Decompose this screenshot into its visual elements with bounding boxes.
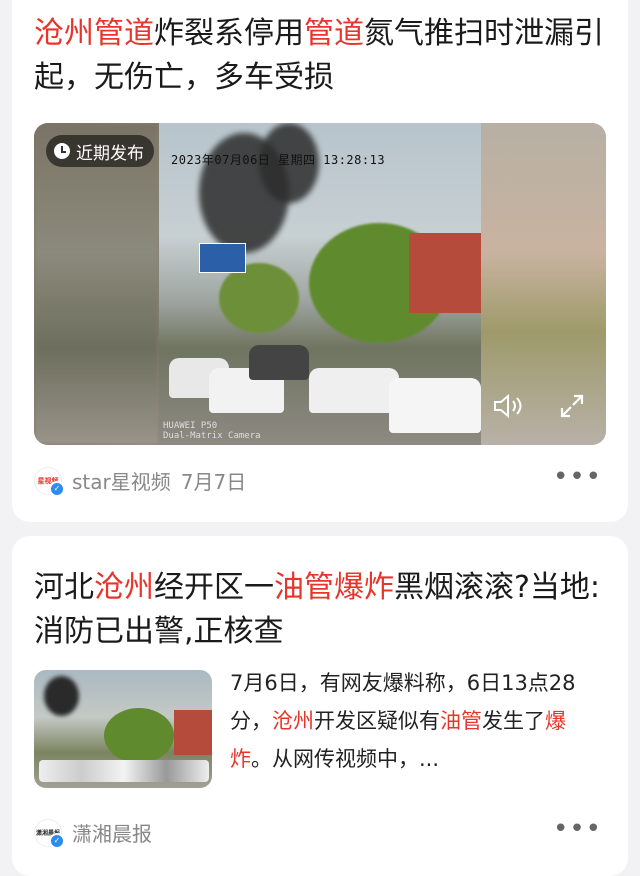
parked-car bbox=[309, 368, 399, 413]
speaker-icon-svg bbox=[494, 393, 522, 419]
snippet-keyword: 沧州 bbox=[272, 709, 314, 733]
smoke-plume bbox=[44, 676, 79, 716]
article-title[interactable]: 沧州管道炸裂系停用管道氮气推扫时泄漏引起，无伤亡，多车受损 bbox=[34, 12, 606, 100]
more-icon[interactable]: ••• bbox=[553, 462, 602, 492]
video-blur-left bbox=[34, 123, 159, 445]
watermark-line: HUAWEI P50 bbox=[163, 421, 218, 431]
avatar[interactable]: 潇湘晨报 ✓ bbox=[34, 818, 65, 849]
video-frame: 2023年07月06日 星期四 13:28:13 HUAWEI P50 Dual… bbox=[159, 123, 481, 445]
source-name[interactable]: 潇湘晨报 bbox=[72, 818, 152, 847]
red-building bbox=[174, 710, 212, 755]
tree bbox=[104, 708, 174, 763]
parked-car bbox=[249, 345, 309, 380]
source-name[interactable]: star星视频 bbox=[72, 466, 171, 495]
snippet-text: 开发区疑似有 bbox=[314, 709, 440, 733]
recent-badge: 近期发布 bbox=[46, 135, 154, 167]
snippet-text: 发生了 bbox=[482, 709, 545, 733]
publish-date: 7月7日 bbox=[180, 470, 247, 494]
clock-icon bbox=[54, 143, 70, 159]
avatar[interactable]: 星视频 ✓ bbox=[34, 466, 65, 497]
road-sign bbox=[199, 243, 246, 273]
verified-icon: ✓ bbox=[49, 832, 65, 849]
news-card-text[interactable]: 河北沧州经开区一油管爆炸黑烟滚滚?当地:消防已出警,正核查 7月6日，有网友爆料… bbox=[12, 536, 628, 876]
fullscreen-icon-svg bbox=[560, 394, 584, 418]
title-keyword: 沧州 bbox=[34, 16, 94, 51]
article-snippet[interactable]: 7月6日，有网友爆料称，6日13点28分，沧州开发区疑似有油管发生了爆炸。从网传… bbox=[230, 664, 606, 778]
verified-icon: ✓ bbox=[49, 480, 65, 497]
snippet-text: 。从网传视频中，... bbox=[251, 747, 440, 771]
title-text: 炸裂系停用 bbox=[154, 16, 304, 51]
title-keyword: 油管 bbox=[274, 570, 334, 605]
title-keyword: 沧州 bbox=[94, 570, 154, 605]
title-keyword: 爆炸 bbox=[334, 570, 394, 605]
news-card-video[interactable]: 沧州管道炸裂系停用管道氮气推扫时泄漏引起，无伤亡，多车受损 2023年07月06… bbox=[12, 0, 628, 522]
title-keyword: 管道 bbox=[94, 16, 154, 51]
title-text: 经开区一 bbox=[154, 570, 274, 605]
red-building bbox=[409, 233, 481, 313]
speaker-icon[interactable] bbox=[492, 392, 524, 425]
parked-cars bbox=[39, 760, 209, 782]
snippet-keyword: 油管 bbox=[440, 709, 482, 733]
parked-car bbox=[389, 378, 481, 433]
article-meta: 潇湘晨报 ✓ 潇湘晨报 bbox=[34, 818, 152, 849]
badge-label: 近期发布 bbox=[76, 143, 144, 164]
video-timestamp: 2023年07月06日 星期四 13:28:13 bbox=[171, 153, 386, 167]
video-player[interactable]: 2023年07月06日 星期四 13:28:13 HUAWEI P50 Dual… bbox=[34, 123, 606, 445]
article-thumbnail[interactable] bbox=[34, 670, 212, 788]
article-title[interactable]: 河北沧州经开区一油管爆炸黑烟滚滚?当地:消防已出警,正核查 bbox=[34, 566, 606, 654]
title-keyword: 管道 bbox=[304, 16, 364, 51]
camera-watermark: HUAWEI P50 Dual-Matrix Camera bbox=[163, 421, 261, 441]
article-meta: 星视频 ✓ star星视频 7月7日 bbox=[34, 466, 247, 497]
title-text: 河北 bbox=[34, 570, 94, 605]
more-icon[interactable]: ••• bbox=[553, 814, 602, 844]
fullscreen-icon[interactable] bbox=[558, 392, 586, 425]
watermark-line: Dual-Matrix Camera bbox=[163, 431, 261, 441]
tree bbox=[219, 263, 299, 333]
